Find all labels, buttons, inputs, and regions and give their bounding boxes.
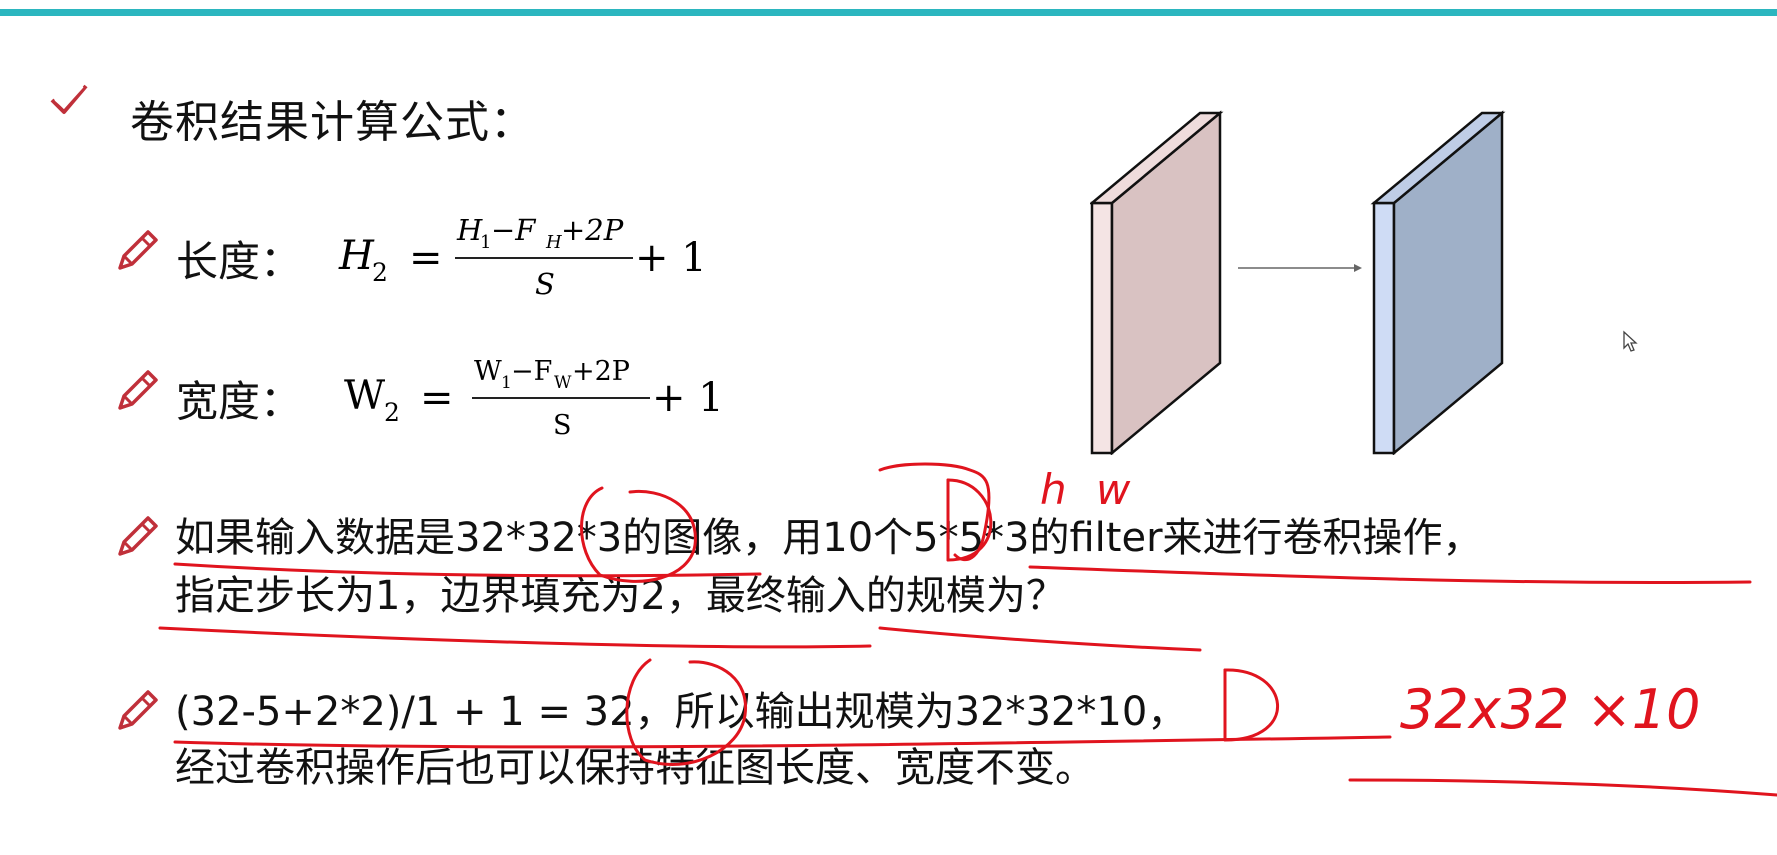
arrow-icon: [1238, 264, 1362, 272]
output-feature-map: [1370, 110, 1506, 455]
input-feature-map: [1090, 110, 1224, 455]
answer-line-1: (32-5+2*2)/1 + 1 = 32，所以输出规模为32*32*10，: [175, 689, 1188, 735]
formula-h-lhs: H: [338, 233, 375, 279]
formula-w-num-c: +2P: [572, 356, 630, 387]
formula-h-tail: + 1: [635, 235, 707, 281]
length-label: 长度：: [176, 237, 303, 286]
question-line-1: 如果输入数据是32*32*3的图像，用10个5*5*3的filter来进行卷积操…: [175, 515, 1483, 561]
formula-w-num-a: W: [474, 356, 502, 387]
handwritten-hw: h w: [1040, 465, 1139, 514]
formula-w-lhs-sub: 2: [384, 398, 400, 427]
handwritten-result: 32x32 ×10: [1400, 678, 1701, 741]
pencil-icon: [118, 516, 158, 556]
width-formula: W 2 = W 1 −F W +2P S + 1: [344, 356, 724, 441]
slide: 卷积结果计算公式： 长度： H 2 = H 1 −F H +2P S + 1 宽…: [0, 0, 1777, 855]
accent-bar: [0, 9, 1777, 16]
pencil-icon: [118, 690, 158, 730]
svg-text:=: =: [409, 235, 443, 281]
mouse-cursor-icon: [1623, 330, 1638, 352]
pencil-icon: [118, 230, 158, 270]
question-line-2: 指定步长为1，边界填充为2，最终输入的规模为？: [175, 573, 1066, 619]
formula-h-num-b: −F: [491, 213, 536, 247]
answer-line-2: 经过卷积操作后也可以保持特征图长度、宽度不变。: [175, 745, 1095, 791]
pencil-icon: [118, 370, 158, 410]
formula-h-num-a-sub: 1: [480, 232, 491, 253]
check-icon: [50, 84, 88, 114]
formula-w-tail: + 1: [652, 375, 724, 421]
formula-h-num-c: +2P: [561, 213, 624, 247]
slide-heading: 卷积结果计算公式：: [130, 97, 535, 148]
formula-w-num-b: −F: [511, 356, 552, 387]
length-formula: H 2 = H 1 −F H +2P S + 1: [338, 213, 707, 301]
feature-map-diagram: [1090, 110, 1506, 455]
formula-h-den: S: [535, 267, 555, 301]
formula-w-lhs: W: [344, 373, 385, 419]
formula-h-num-a: H: [456, 213, 483, 247]
formula-w-den: S: [553, 410, 572, 441]
svg-text:=: =: [420, 375, 454, 421]
width-label: 宽度：: [176, 377, 303, 426]
formula-h-lhs-sub: 2: [372, 258, 388, 287]
formula-h-num-b-sub: H: [545, 232, 562, 253]
formula-w-num-b-sub: W: [554, 373, 572, 393]
